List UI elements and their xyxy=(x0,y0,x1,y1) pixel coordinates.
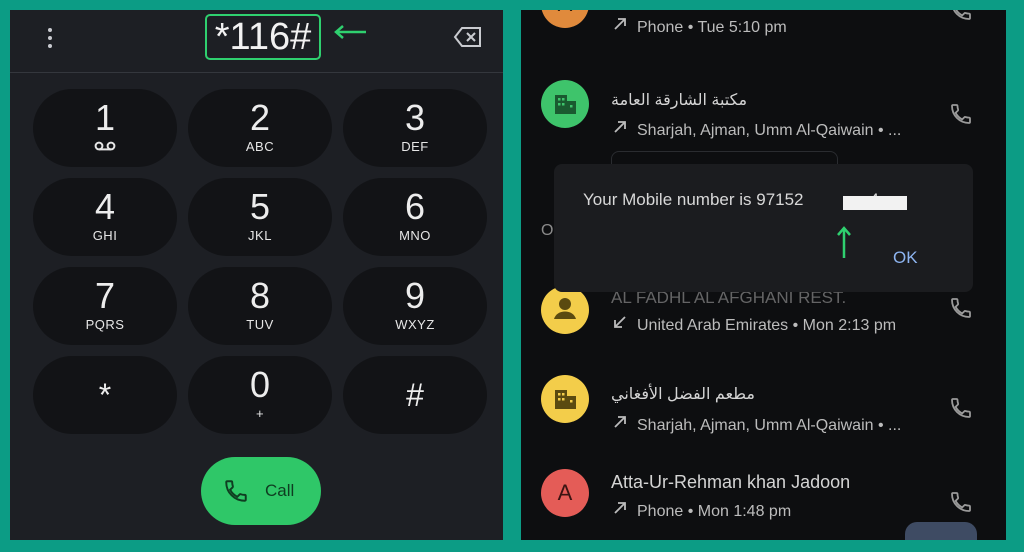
avatar xyxy=(541,286,589,334)
key-3[interactable]: 3 DEF xyxy=(343,89,487,167)
call-detail: Sharjah, Ajman, Umm Al-Qaiwain • ... xyxy=(611,414,901,435)
outgoing-call-icon xyxy=(614,18,626,30)
dialog-message: Your Mobile number is 971524 xyxy=(583,190,879,209)
dialer-panel: *116# 1 2 ABC 3 DEF 4 GHI 5 JKL 6 MNO 7 … xyxy=(10,10,503,540)
outgoing-call-icon xyxy=(614,502,626,514)
key-5[interactable]: 5 JKL xyxy=(188,178,332,256)
contact-name: Atta-Ur-Rehman khan Jadoon xyxy=(611,472,851,492)
key-star[interactable]: * xyxy=(33,356,177,434)
key-4[interactable]: 4 GHI xyxy=(33,178,177,256)
key-6[interactable]: 6 MNO xyxy=(343,178,487,256)
outgoing-call-icon xyxy=(614,121,626,133)
outgoing-call-icon xyxy=(614,416,626,428)
call-back-icon[interactable] xyxy=(949,396,973,420)
avatar xyxy=(541,80,589,128)
building-icon xyxy=(555,95,576,114)
call-log-panel: A Phone • Tue 5:10 pm مكتبة الشارقة العا… xyxy=(521,10,1006,540)
person-icon xyxy=(554,298,576,319)
call-log-item[interactable]: مكتبة الشارقة العامة Sharjah, Ajman, Umm… xyxy=(521,72,1006,152)
key-1[interactable]: 1 xyxy=(33,89,177,167)
key-0[interactable]: 0 + xyxy=(188,356,332,434)
call-log-item[interactable]: مطعم الفضل الأفغاني Sharjah, Ajman, Umm … xyxy=(521,366,1006,446)
call-detail: United Arab Emirates • Mon 2:13 pm xyxy=(611,314,896,335)
key-9[interactable]: 9 WXYZ xyxy=(343,267,487,345)
key-2[interactable]: 2 ABC xyxy=(188,89,332,167)
call-back-icon[interactable] xyxy=(949,10,973,22)
building-icon xyxy=(555,390,576,409)
more-options-icon[interactable] xyxy=(46,28,54,54)
avatar xyxy=(541,375,589,423)
avatar: A xyxy=(541,10,589,28)
call-detail: Phone • Tue 5:10 pm xyxy=(611,16,787,37)
arrow-left-icon xyxy=(334,25,366,39)
backspace-icon[interactable] xyxy=(453,26,483,48)
call-detail: Sharjah, Ajman, Umm Al-Qaiwain • ... xyxy=(611,119,901,140)
ussd-response-dialog: Your Mobile number is 971524 OK xyxy=(554,164,973,292)
arrow-up-icon xyxy=(837,226,851,258)
call-button[interactable]: Call xyxy=(201,457,321,525)
phone-icon xyxy=(225,480,247,502)
dialpad-fab[interactable] xyxy=(905,522,977,540)
call-back-icon[interactable] xyxy=(949,296,973,320)
voicemail-icon xyxy=(94,141,116,151)
call-label: Call xyxy=(265,481,295,500)
contact-name: مطعم الفضل الأفغاني xyxy=(611,386,755,403)
avatar: A xyxy=(541,469,589,517)
ok-button[interactable]: OK xyxy=(893,248,918,268)
key-8[interactable]: 8 TUV xyxy=(188,267,332,345)
incoming-call-icon xyxy=(614,316,626,328)
call-back-icon[interactable] xyxy=(949,490,973,514)
key-hash[interactable]: # xyxy=(343,356,487,434)
contact-name: مكتبة الشارقة العامة xyxy=(611,92,748,109)
dialed-number-display[interactable]: *116# xyxy=(205,14,321,60)
section-label: O xyxy=(541,222,554,239)
key-7[interactable]: 7 PQRS xyxy=(33,267,177,345)
call-detail: Phone • Mon 1:48 pm xyxy=(611,500,791,521)
dialer-top-bar: *116# xyxy=(10,10,503,73)
redaction-mask xyxy=(843,196,907,210)
call-back-icon[interactable] xyxy=(949,102,973,126)
call-log-item[interactable]: A Phone • Tue 5:10 pm xyxy=(521,10,1006,50)
